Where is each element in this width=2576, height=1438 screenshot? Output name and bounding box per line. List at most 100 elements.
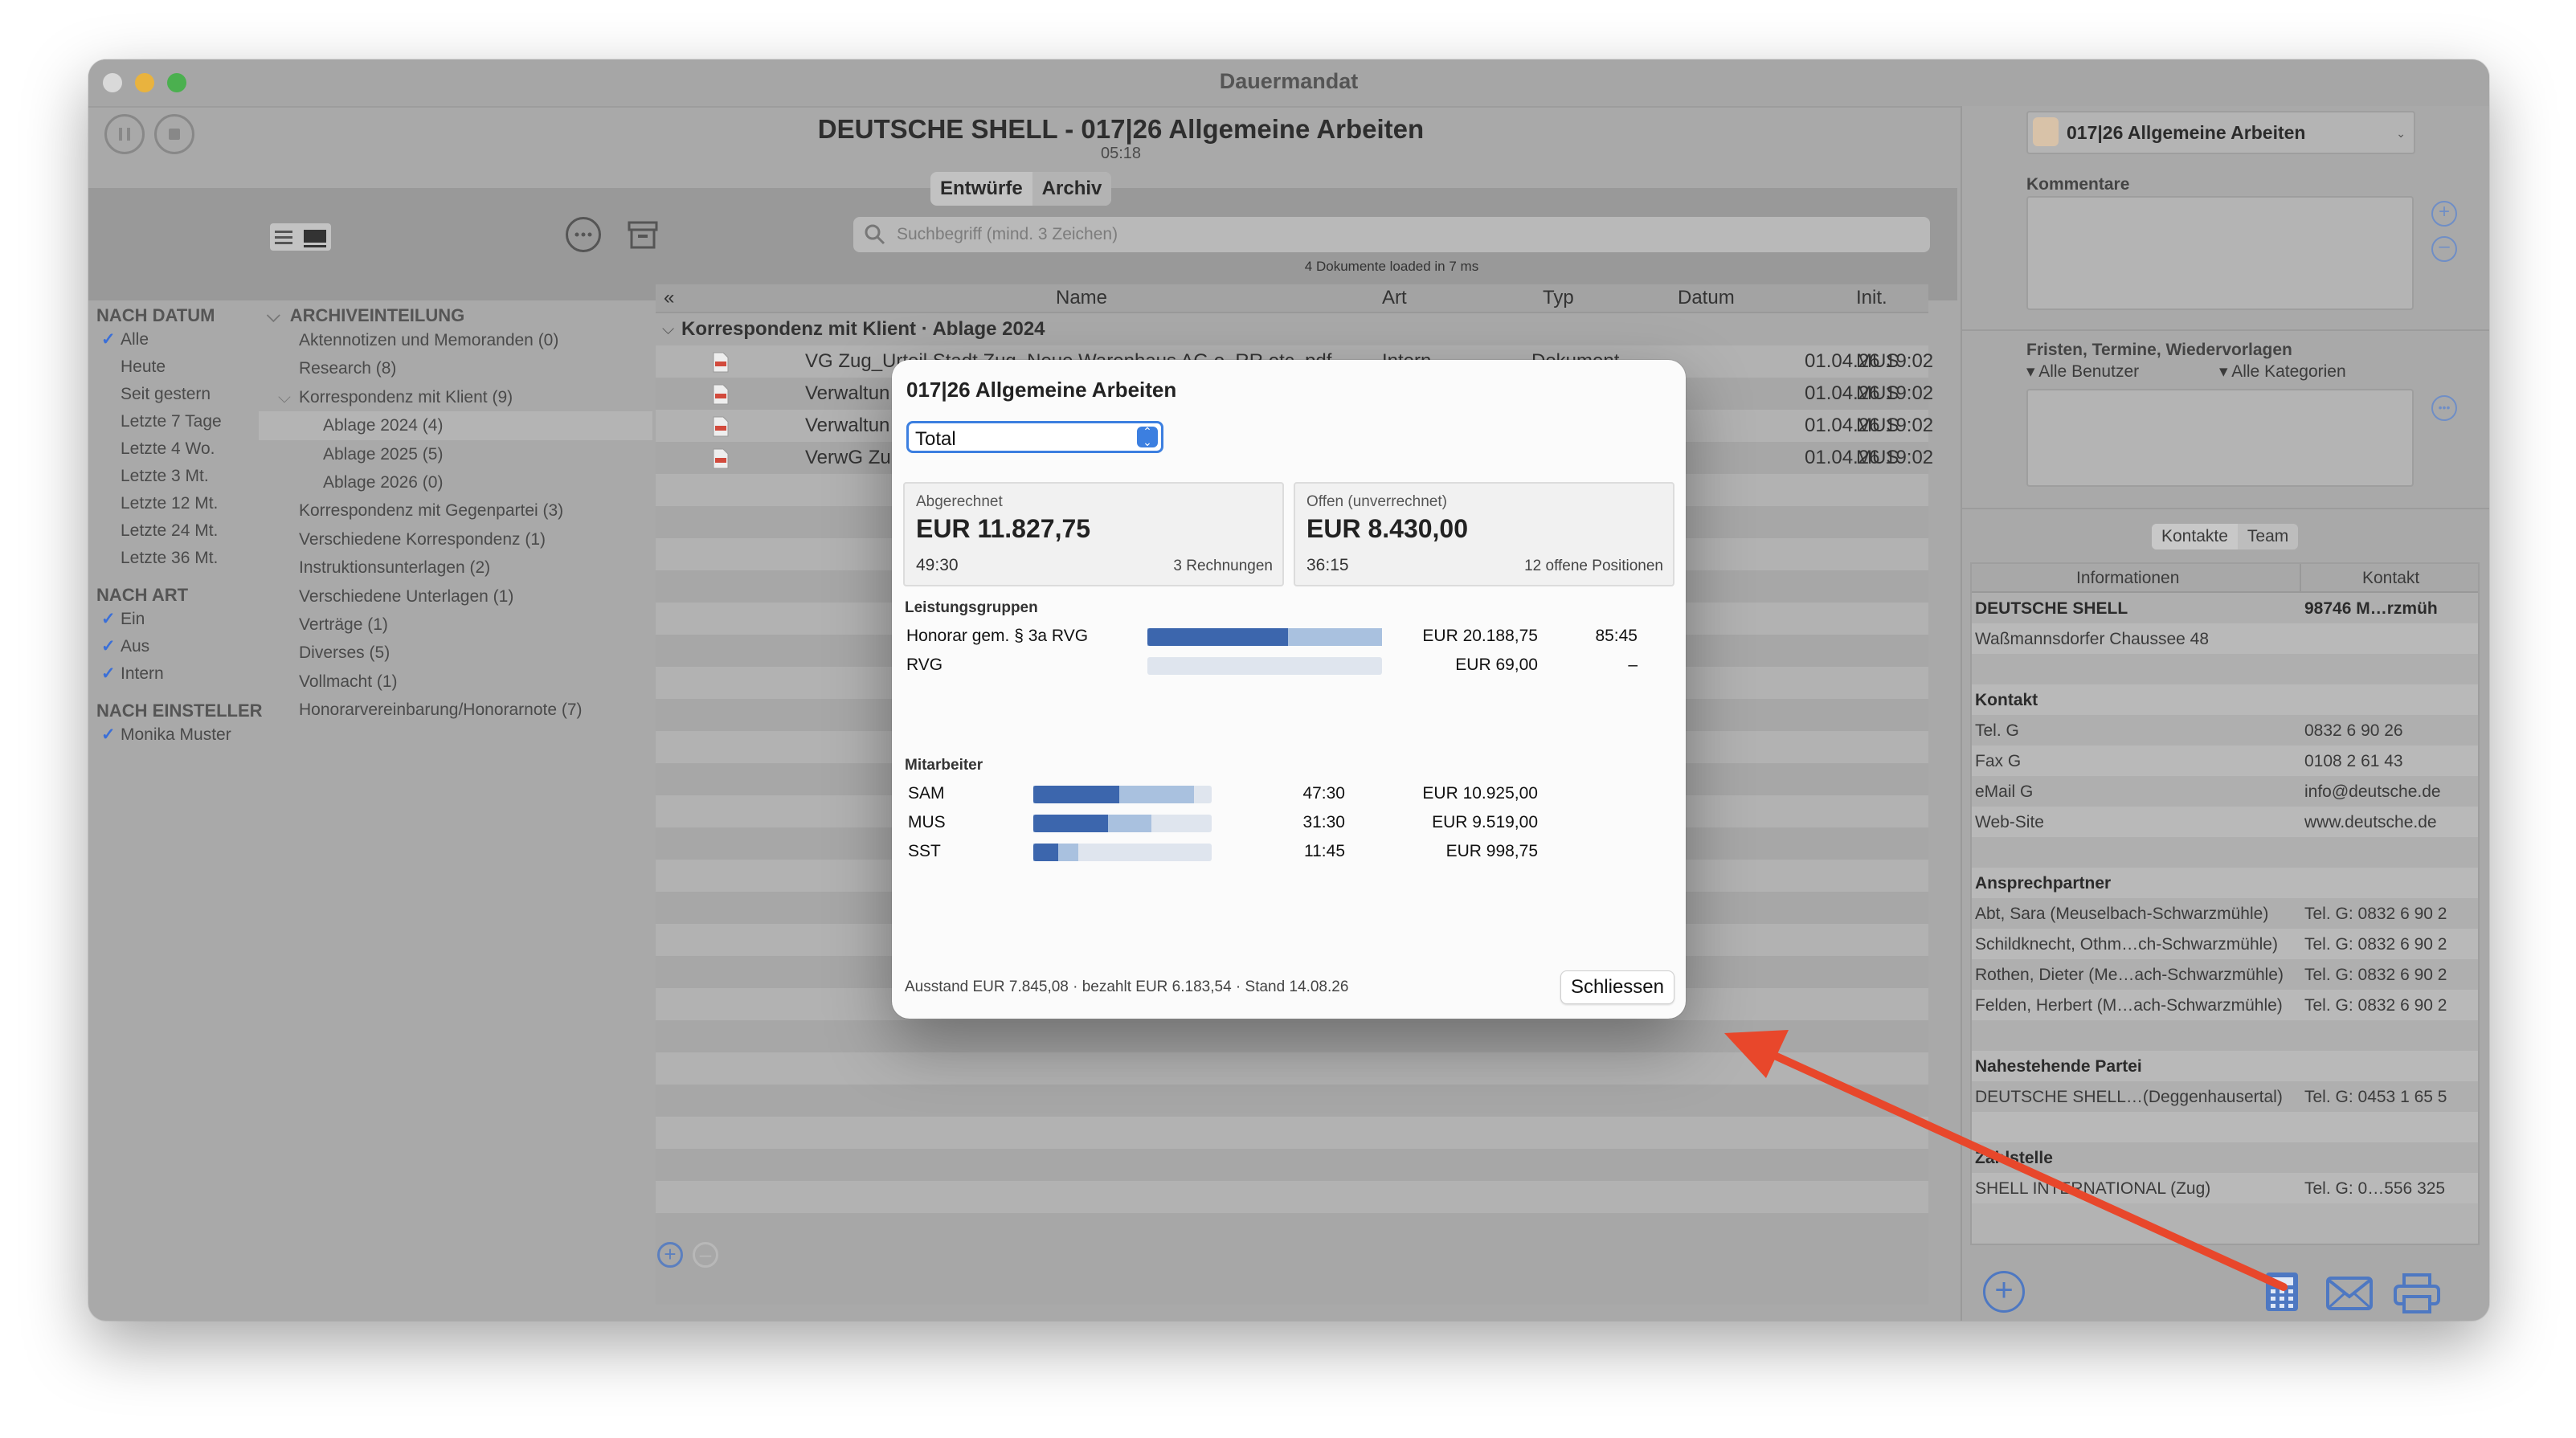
contact-row[interactable]: Schildknecht, Othm…ch-Schwarzmühle) Tel. … [1972,929,2478,959]
archive-item[interactable]: Diverses (5) [267,639,652,667]
archive-item[interactable]: Ablage 2025 (5) [267,440,652,468]
contact-value: Tel. G: 0832 6 90 2 [2304,905,2447,923]
archive-item[interactable]: Instruktionsunterlagen (2) [267,554,652,582]
column-art[interactable]: Art [1382,284,1407,312]
filter-item-label: Seit gestern [121,385,211,403]
remove-document-button[interactable]: – [693,1242,718,1268]
more-options-icon[interactable]: ••• [2431,395,2457,421]
view-toggle[interactable] [270,223,331,251]
filter-categories[interactable]: ▾ Alle Kategorien [2219,362,2346,382]
archive-box-icon[interactable] [627,219,659,251]
archive-item[interactable]: Aktennotizen und Memoranden (0) [267,326,652,354]
doc-init: MUS [1856,350,1899,372]
contact-row[interactable]: Waßmannsdorfer Chaussee 48 [1972,623,2478,654]
archive-item[interactable]: Honorarvereinbarung/Honorarnote (7) [267,696,652,724]
add-document-button[interactable]: + [657,1242,683,1268]
stat-name: RVG [906,656,943,674]
fristen-list[interactable] [2026,389,2414,487]
column-name[interactable]: Name [1056,284,1107,312]
column-datum[interactable]: Datum [1678,284,1735,312]
contact-row[interactable]: Zahlstelle [1972,1142,2478,1173]
contact-row[interactable]: DEUTSCHE SHELL…(Deggenhausertal) Tel. G: … [1972,1081,2478,1112]
empty-row [656,1052,1928,1085]
remove-comment-button[interactable]: – [2431,236,2457,262]
contact-row[interactable] [1972,837,2478,868]
stat-amount: EUR 9.519,00 [1432,813,1538,831]
contact-row[interactable]: Tel. G 0832 6 90 26 [1972,715,2478,746]
filter-item-label: Alle [121,330,149,349]
contact-row[interactable]: Abt, Sara (Meuselbach-Schwarzmühle) Tel. … [1972,898,2478,929]
archive-item-label: Vollmacht (1) [299,672,398,691]
contact-row[interactable]: Kontakt [1972,684,2478,715]
filter-item-label: Aus [121,637,150,656]
pdf-icon [712,352,730,373]
stat-amount: EUR 69,00 [1455,656,1538,674]
archive-item[interactable]: Ablage 2026 (0) [267,468,652,496]
doc-init: MUS [1856,382,1899,404]
doc-init: MUS [1856,447,1899,468]
title-bar: Dauermandat [88,59,2489,108]
stop-timer-button[interactable] [154,114,194,154]
open-card: Offen (unverrechnet) EUR 8.430,00 36:15 … [1294,482,1674,586]
tab-kontakte[interactable]: Kontakte [2152,524,2238,549]
close-button[interactable]: Schliessen [1560,970,1674,1004]
stat-amount: EUR 10.925,00 [1422,784,1538,803]
archive-item[interactable]: Research (8) [267,354,652,382]
add-comment-button[interactable]: + [2431,201,2457,227]
pause-timer-button[interactable] [104,114,145,154]
filter-item-label: Ein [121,610,145,628]
contact-row[interactable] [1972,1112,2478,1142]
archive-item[interactable]: ⌵ Korrespondenz mit Klient (9) [267,383,652,411]
add-contact-button[interactable]: + [1983,1271,2025,1313]
column-typ[interactable]: Typ [1543,284,1574,312]
column-init[interactable]: Init. [1856,284,1887,312]
billed-count: 3 Rechnungen [1173,558,1273,574]
contact-row[interactable]: Ansprechpartner [1972,868,2478,898]
matter-selector[interactable]: 017|26 Allgemeine Arbeiten ⌄ [2026,111,2415,154]
contact-value: info@deutsche.de [2304,782,2441,801]
doc-name: Verwaltun [805,415,890,436]
contact-row[interactable]: Fax G 0108 2 61 43 [1972,746,2478,776]
more-options-icon[interactable] [566,217,601,252]
archive-item[interactable]: Verschiedene Unterlagen (1) [267,582,652,611]
archive-item[interactable]: Korrespondenz mit Gegenpartei (3) [267,496,652,525]
contact-row[interactable] [1972,1020,2478,1051]
col-kontakt[interactable]: Kontakt [2362,569,2419,588]
contact-row[interactable]: Rothen, Dieter (Me…ach-Schwarzmühle) Tel.… [1972,959,2478,990]
stat-hours: 47:30 [1302,784,1345,803]
period-select[interactable]: Total ⌃ ⌄ [906,421,1163,453]
contact-row[interactable]: Felden, Herbert (M…ach-Schwarzmühle) Tel.… [1972,990,2478,1020]
calculator-icon[interactable] [2264,1271,2300,1313]
statistics-dialog: 017|26 Allgemeine Arbeiten Total ⌃ ⌄ Abge… [892,360,1686,1019]
contact-value: Tel. G: 0832 6 90 2 [2304,935,2447,954]
tab-entwuerfe[interactable]: Entwürfe [930,172,1032,206]
contact-row[interactable]: DEUTSCHE SHELL 98746 M…rzmüh [1972,593,2478,623]
filter-users[interactable]: ▾ Alle Benutzer [2026,362,2139,382]
archive-item[interactable]: Verschiedene Korrespondenz (1) [267,525,652,554]
contact-row[interactable]: SHELL INTERNATIONAL (Zug) Tel. G: 0…556 3… [1972,1173,2478,1203]
contact-row[interactable] [1972,654,2478,684]
billed-amount: EUR 11.827,75 [916,514,1091,543]
printer-icon[interactable] [2393,1273,2441,1314]
filter-item[interactable]: ✓ Monika Muster [96,721,337,749]
stat-hours: 11:45 [1304,842,1345,860]
contact-row[interactable]: Nahestehende Partei [1972,1051,2478,1081]
stop-icon [169,129,180,140]
contact-row[interactable]: Web-Site www.deutsche.de [1972,807,2478,837]
kommentare-field[interactable] [2026,196,2414,310]
filter-item-label: Monika Muster [121,725,231,744]
contact-info: Ansprechpartner [1975,874,2112,893]
archive-item[interactable]: Ablage 2024 (4) [259,411,652,440]
contact-info: SHELL INTERNATIONAL (Zug) [1975,1179,2211,1198]
collapse-toggle[interactable]: « [664,284,674,312]
archive-item[interactable]: Verträge (1) [267,611,652,639]
archive-item-label: Ablage 2025 (5) [323,444,444,464]
tab-archiv[interactable]: Archiv [1032,172,1112,206]
group-header[interactable]: ⌵ Korrespondenz mit Klient · Ablage 2024 [656,313,1928,345]
contact-tabs: Kontakte Team [2152,524,2299,549]
tab-team[interactable]: Team [2238,524,2298,549]
col-informationen[interactable]: Informationen [2076,569,2179,588]
archive-item[interactable]: Vollmacht (1) [267,668,652,696]
contact-row[interactable]: eMail G info@deutsche.de [1972,776,2478,807]
mail-icon[interactable] [2325,1276,2374,1311]
